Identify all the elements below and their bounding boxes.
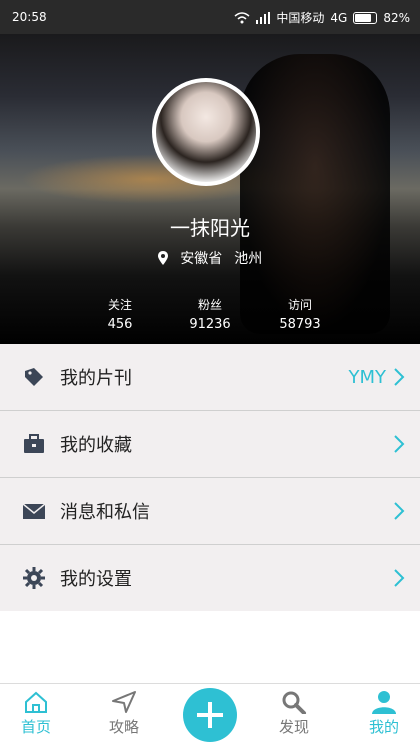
stat-value: 58793 <box>279 317 321 332</box>
profile-header: 一抹阳光 安徽省 池州 关注 456 粉丝 91236 访问 58793 <box>0 34 420 344</box>
stat-label: 访问 <box>287 298 312 312</box>
plus-icon <box>197 702 223 728</box>
menu-item-my-magazine[interactable]: 我的片刊 YMY <box>0 344 420 411</box>
status-carrier: 中国移动 <box>276 11 325 25</box>
stat-visits[interactable]: 访问 58793 <box>255 296 345 332</box>
menu-item-label: 我的收藏 <box>60 435 132 456</box>
menu-item-label: 我的设置 <box>60 569 132 590</box>
photographer-silhouette <box>240 54 390 334</box>
menu-item-favorites[interactable]: 我的收藏 <box>0 411 420 478</box>
stat-following[interactable]: 关注 456 <box>75 296 165 332</box>
tab-discover[interactable]: 发现 <box>264 690 324 737</box>
location-city: 池州 <box>234 251 263 267</box>
tab-label: 首页 <box>20 718 51 736</box>
add-post-button[interactable] <box>183 688 237 742</box>
gear-icon <box>23 567 45 589</box>
tag-icon <box>25 368 43 386</box>
menu-item-label: 我的片刊 <box>60 368 132 389</box>
chevron-right-icon <box>394 569 405 587</box>
wifi-icon <box>234 11 250 23</box>
tab-label: 我的 <box>368 718 399 736</box>
stat-label: 粉丝 <box>197 298 222 312</box>
status-right: 中国移动 4G 82% <box>234 9 410 26</box>
battery-icon <box>353 11 378 24</box>
profile-name: 一抹阳光 <box>170 216 250 240</box>
profile-stats: 关注 456 粉丝 91236 访问 58793 <box>0 296 420 332</box>
menu-item-settings[interactable]: 我的设置 <box>0 545 420 611</box>
stat-label: 关注 <box>107 298 132 312</box>
search-icon <box>282 691 306 714</box>
tab-label: 攻略 <box>108 718 139 736</box>
stat-value: 91236 <box>189 317 231 332</box>
location-pin-icon <box>157 251 168 265</box>
status-bar: 20:58 中国移动 4G 82% <box>0 0 420 34</box>
profile-menu: 我的片刊 YMY 我的收藏 消息和私信 我的设置 <box>0 344 420 611</box>
chevron-right-icon <box>394 502 405 520</box>
chevron-right-icon <box>394 368 405 386</box>
avatar[interactable] <box>152 78 260 186</box>
menu-item-value: YMY <box>348 366 386 388</box>
status-time: 20:58 <box>12 10 47 24</box>
user-icon <box>372 691 396 714</box>
tab-me[interactable]: 我的 <box>354 690 414 737</box>
menu-item-messages[interactable]: 消息和私信 <box>0 478 420 545</box>
briefcase-icon <box>24 434 44 453</box>
menu-item-label: 消息和私信 <box>60 502 150 523</box>
home-icon <box>25 691 47 713</box>
profile-location: 安徽省 池州 <box>0 248 420 268</box>
location-province: 安徽省 <box>180 251 223 267</box>
stat-value: 456 <box>107 317 133 332</box>
tab-guide[interactable]: 攻略 <box>94 690 154 737</box>
navigation-icon <box>112 691 136 713</box>
status-network: 4G <box>330 10 348 25</box>
envelope-icon <box>22 503 46 519</box>
signal-icon <box>256 11 271 24</box>
stat-followers[interactable]: 粉丝 91236 <box>165 296 255 332</box>
tab-home[interactable]: 首页 <box>6 690 66 737</box>
status-battery: 82% <box>383 10 410 25</box>
tab-label: 发现 <box>278 718 309 736</box>
chevron-right-icon <box>394 435 405 453</box>
